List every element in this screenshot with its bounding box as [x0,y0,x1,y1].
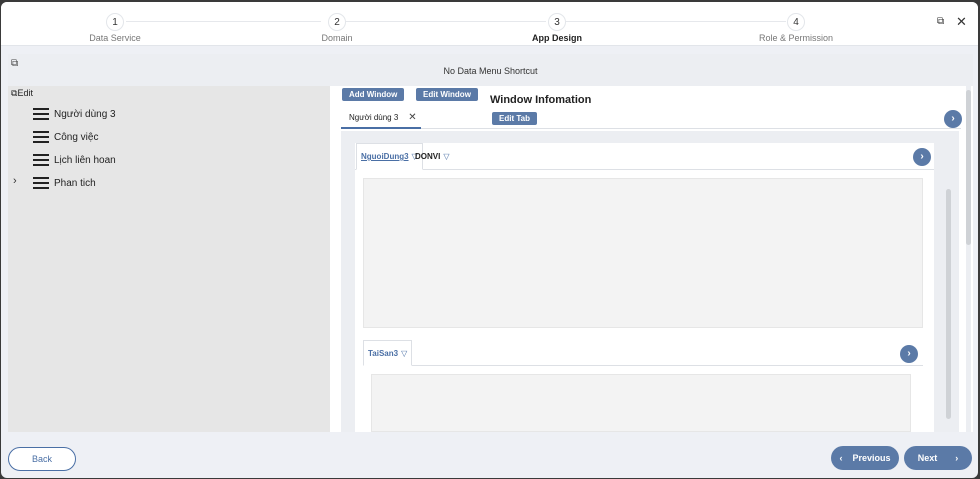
nested-tab-taisan3[interactable]: TaiSan3 ▽ [363,340,413,366]
tree-item-label: Lịch liên hoan [54,154,116,166]
wizard-stepper: 1 Data Service 2 Domain 3 App Design 4 R… [1,2,978,46]
chevron-right-icon: › [955,453,959,463]
nested-tabbar: TaiSan3 ▽ › [363,340,923,366]
tree-item[interactable]: Người dùng 3 [33,105,116,123]
tree-item-label: Công việc [54,131,99,143]
tree-item[interactable]: Lịch liên hoan [33,151,116,169]
menu-tree: ⧉Edit Người dùng 3 Công việc Lịch liên h… [8,86,330,432]
previous-label: Previous [852,453,891,463]
window-tabbar: Người dùng 3 ✕ Edit Tab › [341,108,962,129]
window-editor: Add Window Edit Window Window Infomation… [341,86,973,432]
step-number: 1 [106,13,124,31]
shortcut-title: No Data Menu Shortcut [443,66,538,76]
step-data-service[interactable]: 1 Data Service [35,12,195,43]
hamburger-icon [33,177,49,189]
outer-scrollbar[interactable] [966,86,971,432]
sub-tab-label: NguoiDung3 [361,152,409,161]
hamburger-icon [33,154,49,166]
step-label: Data Service [89,33,141,43]
edit-tab-button[interactable]: Edit Tab [492,112,537,125]
tab-nguoi-dung-3[interactable]: Người dùng 3 ✕ [341,108,421,129]
next-button[interactable]: Next › [904,446,972,470]
edit-window-button[interactable]: Edit Window [416,88,478,101]
tree-item-label: Phan tich [54,177,96,189]
add-window-button[interactable]: Add Window [342,88,405,101]
restore-icon[interactable]: ⧉ [937,16,944,27]
tab-label: Người dùng 3 [349,113,399,122]
sub-tab-donvi[interactable]: DONVI ▽ [411,143,454,170]
design-workspace: NguoiDung3 ▽ DONVI ▽ › TaiSan3 ▽ › [341,131,959,432]
tree-item-label: Người dùng 3 [54,108,116,120]
design-canvas: NguoiDung3 ▽ DONVI ▽ › TaiSan3 ▽ › [355,143,934,432]
step-number: 2 [328,13,346,31]
nested-grid-placeholder [371,374,911,432]
tree-item[interactable]: Phan tich [33,174,96,192]
sub-tabbar: NguoiDung3 ▽ DONVI ▽ › [355,143,934,170]
nested-panel: TaiSan3 ▽ › [363,340,923,432]
step-role-permission[interactable]: 4 Role & Permission [716,12,876,43]
menu-shortcut-bar: ⧉ No Data Menu Shortcut [8,54,973,86]
step-label: Domain [321,33,353,43]
sub-tab-label: DONVI [415,152,441,161]
step-app-design[interactable]: 3 App Design [477,12,637,43]
main-panel: ⧉ No Data Menu Shortcut ⧉Edit Người dùng… [8,54,973,432]
window-info-title: Window Infomation [490,94,592,106]
nested-tab-label: TaiSan3 [368,348,399,358]
step-domain[interactable]: 2 Domain [257,12,417,43]
previous-button[interactable]: ‹ Previous [831,446,899,470]
scrollbar-thumb[interactable] [966,90,971,245]
grid-placeholder [363,178,923,328]
back-button[interactable]: Back [8,447,76,471]
next-label: Next [917,453,938,463]
inner-scrollbar[interactable] [946,189,951,419]
chevron-right-icon[interactable]: › [13,175,17,187]
edit-label: Edit [17,88,33,98]
hamburger-icon [33,108,49,120]
step-label: App Design [531,33,582,43]
chevron-right-icon[interactable]: › [913,148,931,166]
chevron-right-icon[interactable]: › [900,345,918,363]
caret-down-icon[interactable]: ▽ [443,152,449,161]
caret-down-icon[interactable]: ▽ [401,349,407,358]
close-icon[interactable]: ✕ [956,14,967,30]
tree-edit[interactable]: ⧉Edit [11,88,33,99]
step-number: 3 [548,13,566,31]
hamburger-icon [33,131,49,143]
tree-item[interactable]: Công việc [33,128,98,146]
step-label: Role & Permission [758,33,834,43]
close-tab-icon[interactable]: ✕ [408,112,416,123]
step-number: 4 [787,13,805,31]
app-frame: 1 Data Service 2 Domain 3 App Design 4 R… [1,2,978,478]
chevron-right-icon[interactable]: › [944,110,962,128]
chevron-left-icon: ‹ [839,453,843,463]
